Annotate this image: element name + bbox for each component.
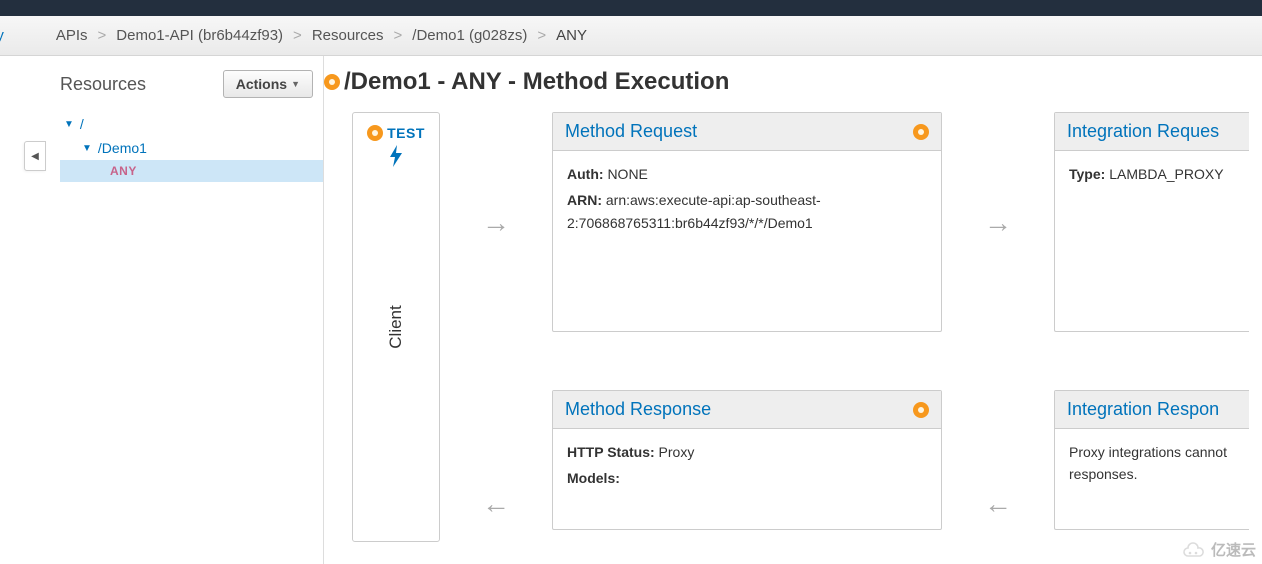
sidebar-collapse-handle[interactable]: ◀ <box>24 141 46 171</box>
auth-value: NONE <box>607 166 647 182</box>
http-status-label: HTTP Status: <box>567 444 655 460</box>
breadcrumb-sep: > <box>289 27 306 44</box>
watermark: 亿速云 <box>1181 539 1256 560</box>
int-type-value: LAMBDA_PROXY <box>1109 166 1223 182</box>
expand-icon: ▼ <box>64 119 74 130</box>
arrow-left-icon: ← <box>482 488 510 520</box>
cloud-icon <box>1181 542 1207 558</box>
tree-method-any[interactable]: ANY <box>60 160 323 182</box>
test-link[interactable]: TEST <box>387 125 425 141</box>
tree-root-label: / <box>80 116 84 132</box>
arrow-right-icon: → <box>984 207 1012 239</box>
integration-response-body: Proxy integrations cannot responses. <box>1069 441 1235 486</box>
crumb-method: ANY <box>550 27 593 44</box>
method-response-link[interactable]: Method Response <box>565 399 711 420</box>
integration-request-link[interactable]: Integration Reques <box>1067 121 1219 142</box>
method-request-link[interactable]: Method Request <box>565 121 697 142</box>
caret-down-icon: ▼ <box>291 79 300 89</box>
integration-response-card: Integration Respon Proxy integrations ca… <box>1054 390 1249 530</box>
method-request-card: Method Request Auth: NONE ARN: arn:aws:e… <box>552 112 942 332</box>
integration-response-link[interactable]: Integration Respon <box>1067 399 1219 420</box>
tree-resource-label: /Demo1 <box>98 140 147 156</box>
arn-value: arn:aws:execute-api:ap-southeast-2:70686… <box>567 192 821 230</box>
auth-label: Auth: <box>567 166 604 182</box>
sidebar-title: Resources <box>60 74 146 95</box>
crumb-resources[interactable]: Resources <box>306 27 390 44</box>
crumb-api-name[interactable]: Demo1-API (br6b44zf93) <box>110 27 289 44</box>
crumb-resource-path[interactable]: /Demo1 (g028zs) <box>406 27 533 44</box>
hint-dot-icon[interactable] <box>324 74 340 90</box>
lightning-icon[interactable] <box>389 145 403 173</box>
hint-dot-icon[interactable] <box>367 125 383 141</box>
models-label: Models: <box>567 470 620 486</box>
content-area: /Demo1 - ANY - Method Execution TEST Cli… <box>324 56 1262 564</box>
arrow-column-2: → ← <box>942 112 1054 542</box>
arrow-right-icon: → <box>482 207 510 239</box>
breadcrumb-sep: > <box>533 27 550 44</box>
expand-icon: ▼ <box>82 143 92 154</box>
tree-resource-demo1[interactable]: ▼ /Demo1 <box>60 136 323 160</box>
sidebar: Resources Actions ▼ ▼ / ▼ /Demo1 ANY <box>46 56 324 564</box>
method-response-card: Method Response HTTP Status: Proxy Model… <box>552 390 942 530</box>
method-execution-diagram: TEST Client → ← Method Request <box>332 112 1262 542</box>
arn-label: ARN: <box>567 192 602 208</box>
crumb-service[interactable]: ay <box>0 27 10 44</box>
client-label: Client <box>386 305 406 348</box>
int-type-label: Type: <box>1069 166 1105 182</box>
watermark-text: 亿速云 <box>1211 539 1256 560</box>
breadcrumb: ay APIs > Demo1-API (br6b44zf93) > Resou… <box>0 16 1262 56</box>
breadcrumb-sep: > <box>390 27 407 44</box>
console-topbar <box>0 0 1262 16</box>
hint-dot-icon[interactable] <box>913 124 929 140</box>
hint-dot-icon[interactable] <box>913 402 929 418</box>
tree-root[interactable]: ▼ / <box>60 112 323 136</box>
tree-method-label: ANY <box>110 164 137 178</box>
client-box: TEST Client <box>352 112 440 542</box>
resource-tree: ▼ / ▼ /Demo1 ANY <box>46 106 323 182</box>
breadcrumb-sep: > <box>94 27 111 44</box>
http-status-value: Proxy <box>659 444 695 460</box>
crumb-apis[interactable]: APIs <box>50 27 94 44</box>
actions-button[interactable]: Actions ▼ <box>223 70 313 98</box>
actions-button-label: Actions <box>236 76 287 92</box>
arrow-left-icon: ← <box>984 488 1012 520</box>
integration-request-card: Integration Reques Type: LAMBDA_PROXY <box>1054 112 1249 332</box>
arrow-column-1: → ← <box>440 112 552 542</box>
page-title: /Demo1 - ANY - Method Execution <box>344 68 729 96</box>
